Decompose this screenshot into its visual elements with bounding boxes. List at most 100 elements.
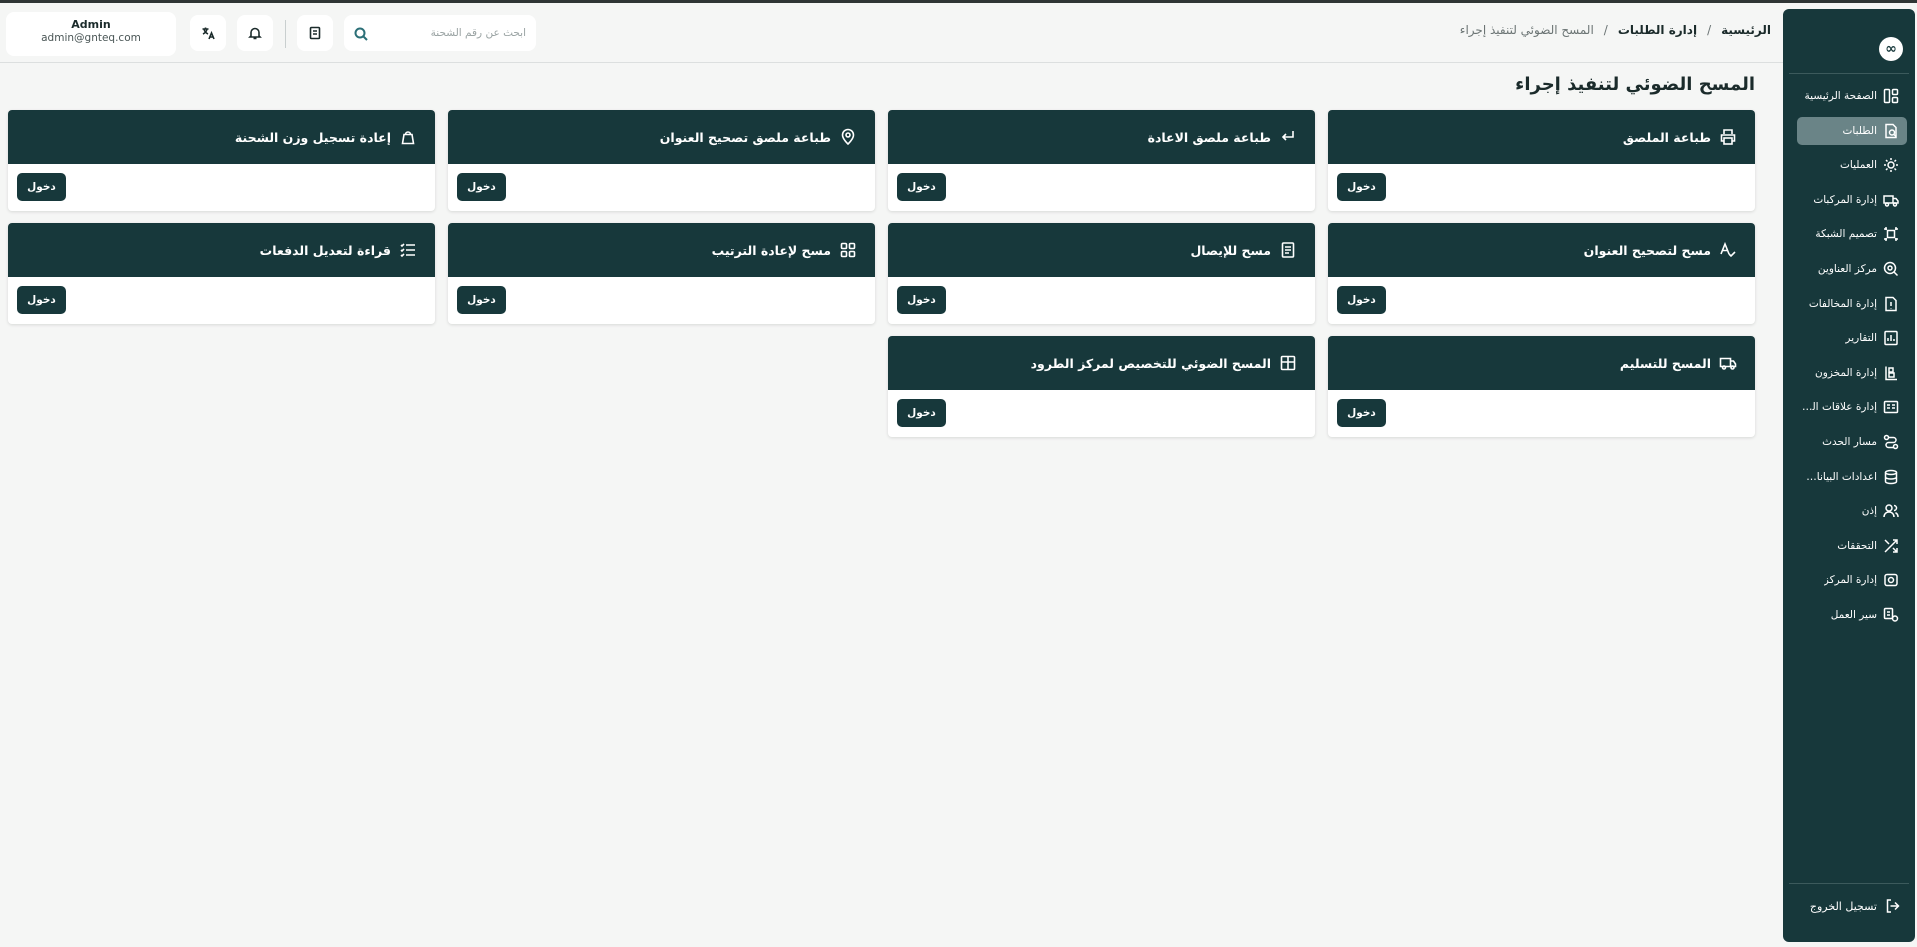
sidebar-item-label: التقارير <box>1845 332 1877 345</box>
app-logo[interactable]: ∞ <box>1879 37 1903 61</box>
enter-button[interactable]: دخول <box>1337 399 1386 427</box>
user-menu[interactable]: Admin admin@gnteq.com <box>6 12 176 56</box>
action-card-scan-assign-parcel-center: المسح الضوئي للتخصيص لمركز الطرود دخول <box>888 336 1315 437</box>
sidebar-item-orders[interactable]: الطلبات <box>1797 116 1907 145</box>
sidebar-item-permissions[interactable]: إذن <box>1797 497 1907 525</box>
database-icon <box>1883 469 1899 485</box>
sidebar-item-label: إذن <box>1861 505 1877 518</box>
barcode-scan-button[interactable] <box>297 15 333 51</box>
sidebar-item-center[interactable]: إدارة المركز <box>1797 566 1907 594</box>
grid-icon <box>839 241 857 259</box>
enter-button[interactable]: دخول <box>1337 173 1386 201</box>
logout-icon <box>1885 898 1901 914</box>
enter-button[interactable]: دخول <box>897 399 946 427</box>
enter-button[interactable]: دخول <box>897 286 946 314</box>
verifications-icon <box>1883 538 1899 554</box>
inventory-icon <box>1883 365 1899 381</box>
card-title: طباعة ملصق تصحيح العنوان <box>659 129 831 145</box>
language-button[interactable] <box>190 15 226 51</box>
card-header: المسح للتسليم <box>1328 336 1755 390</box>
card-title: مسح لإعادة الترتيب <box>711 242 831 258</box>
action-card-scan-receipt: مسح للإيصال دخول <box>888 223 1315 324</box>
sidebar-divider <box>1789 883 1909 884</box>
breadcrumb-orders-management[interactable]: إدارة الطلبات <box>1618 23 1697 37</box>
sidebar-item-vehicles[interactable]: إدارة المركبات <box>1797 186 1907 214</box>
weight-icon <box>399 128 417 146</box>
enter-button[interactable]: دخول <box>897 173 946 201</box>
header-divider <box>285 20 286 48</box>
reports-icon <box>1883 330 1899 346</box>
orders-icon <box>1883 123 1899 139</box>
crm-icon <box>1883 399 1899 415</box>
card-header: مسح للإيصال <box>888 223 1315 277</box>
sidebar-item-workflow[interactable]: سير العمل <box>1797 601 1907 629</box>
sidebar-item-violations[interactable]: إدارة المخالفات <box>1797 290 1907 318</box>
card-header: طباعة الملصق <box>1328 110 1755 164</box>
card-header: إعادة تسجيل وزن الشحنة <box>8 110 435 164</box>
enter-button[interactable]: دخول <box>1337 286 1386 314</box>
search-icon[interactable] <box>354 26 368 41</box>
breadcrumb-separator: / <box>1603 23 1608 37</box>
sidebar-item-network[interactable]: تصميم الشبكة <box>1797 220 1907 248</box>
card-title: طباعة الملصق <box>1622 129 1711 145</box>
sidebar-item-reports[interactable]: التقارير <box>1797 324 1907 352</box>
action-card-batch-adjust: قراءة لتعديل الدفعات دخول <box>8 223 435 324</box>
sidebar-item-label: اعدادات البيانات... <box>1801 470 1877 483</box>
receipt-icon <box>1279 241 1297 259</box>
enter-button[interactable]: دخول <box>457 173 506 201</box>
sidebar-nav: الصفحة الرئيسية الطلبات العمليات إدارة ا… <box>1797 82 1907 636</box>
page-title: المسح الضوئي لتنفيذ إجراء <box>1515 74 1755 95</box>
sidebar-item-label: الطلبات <box>1842 124 1877 137</box>
sidebar-item-inventory[interactable]: إدارة المخزون <box>1797 359 1907 387</box>
card-header: مسح لإعادة الترتيب <box>448 223 875 277</box>
shipment-search <box>344 15 536 51</box>
enter-button[interactable]: دخول <box>17 173 66 201</box>
sidebar-item-label: التحققات <box>1837 539 1877 552</box>
logout-label: تسجيل الخروج <box>1809 899 1877 913</box>
sidebar-item-label: إدارة المخزون <box>1815 366 1877 379</box>
sidebar-item-operations[interactable]: العمليات <box>1797 151 1907 179</box>
breadcrumb-separator: / <box>1707 23 1712 37</box>
enter-button[interactable]: دخول <box>17 286 66 314</box>
sidebar-item-addresses[interactable]: مركز العناوين <box>1797 255 1907 283</box>
sidebar-item-verifications[interactable]: التحققات <box>1797 532 1907 560</box>
address-icon <box>1883 261 1899 277</box>
sidebar-item-label: العمليات <box>1840 159 1877 172</box>
network-icon <box>1883 226 1899 242</box>
card-header: قراءة لتعديل الدفعات <box>8 223 435 277</box>
sidebar-item-home[interactable]: الصفحة الرئيسية <box>1797 82 1907 110</box>
sidebar-item-label: مسار الحدث <box>1822 435 1877 448</box>
card-header: طباعة ملصق الاعادة <box>888 110 1315 164</box>
sidebar-item-label: إدارة المخالفات <box>1808 297 1877 310</box>
sidebar-item-label: الصفحة الرئيسية <box>1804 90 1877 102</box>
card-title: قراءة لتعديل الدفعات <box>259 242 391 258</box>
sidebar-item-data-settings[interactable]: اعدادات البيانات... <box>1797 463 1907 491</box>
card-header: طباعة ملصق تصحيح العنوان <box>448 110 875 164</box>
card-title: مسح لتصحيح العنوان <box>1583 242 1711 258</box>
logout-button[interactable]: تسجيل الخروج <box>1810 898 1901 914</box>
search-input[interactable] <box>376 23 526 43</box>
breadcrumb-home[interactable]: الرئيسية <box>1721 23 1771 37</box>
layout-icon <box>1279 354 1297 372</box>
sidebar-item-crm[interactable]: إدارة علاقات العملاء <box>1797 393 1907 421</box>
document-scan-icon <box>308 26 322 40</box>
location-pin-icon <box>839 128 857 146</box>
list-check-icon <box>399 241 417 259</box>
sidebar-item-event-path[interactable]: مسار الحدث <box>1797 428 1907 456</box>
notifications-button[interactable] <box>237 15 273 51</box>
sidebar-divider <box>1789 73 1909 74</box>
action-card-scan-delivery: المسح للتسليم دخول <box>1328 336 1755 437</box>
card-header: المسح الضوئي للتخصيص لمركز الطرود <box>888 336 1315 390</box>
action-card-print-address-correction: طباعة ملصق تصحيح العنوان دخول <box>448 110 875 211</box>
enter-button[interactable]: دخول <box>457 286 506 314</box>
action-card-print-return-label: طباعة ملصق الاعادة دخول <box>888 110 1315 211</box>
breadcrumb: الرئيسية / إدارة الطلبات / المسح الضوئي … <box>1460 23 1771 37</box>
sidebar: ∞ الصفحة الرئيسية الطلبات العمليات إدارة… <box>1783 9 1915 942</box>
return-arrow-icon <box>1279 128 1297 146</box>
sidebar-logo-area: ∞ <box>1783 27 1915 71</box>
sidebar-item-label: إدارة المركبات <box>1813 193 1877 206</box>
center-icon <box>1883 572 1899 588</box>
card-title: المسح الضوئي للتخصيص لمركز الطرود <box>1030 355 1271 371</box>
translate-icon <box>201 26 215 40</box>
action-card-scan-address-correction: مسح لتصحيح العنوان دخول <box>1328 223 1755 324</box>
